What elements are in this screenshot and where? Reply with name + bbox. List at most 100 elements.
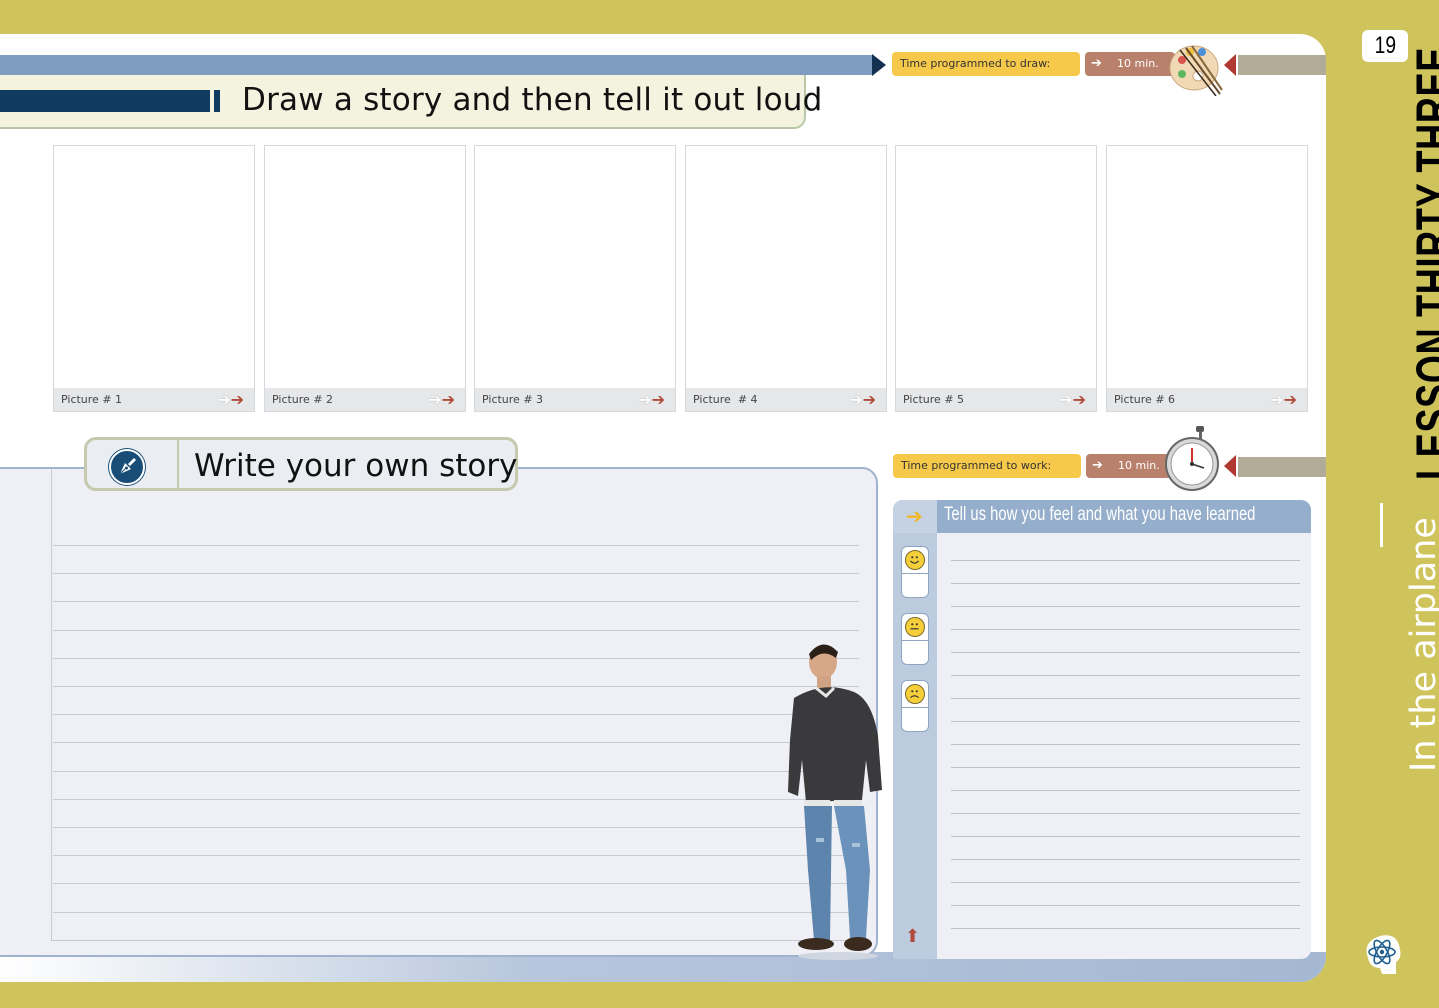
write-line (53, 545, 859, 546)
work-time-value-text: 10 min. (1118, 459, 1160, 472)
feel-line (951, 629, 1300, 630)
feel-line (951, 859, 1300, 860)
write-line (53, 912, 859, 913)
red-arrow-tip (1224, 455, 1236, 477)
feel-line (951, 928, 1300, 929)
picture-label: Picture # 2 (272, 393, 334, 406)
feel-line (951, 882, 1300, 883)
title-accent-bar-small (214, 90, 220, 112)
write-line (53, 799, 859, 800)
draw-time-label: Time programmed to draw: (892, 52, 1080, 76)
arrow-right-icon: ➔ (1091, 56, 1102, 71)
feel-panel (893, 500, 1311, 959)
lesson-subtitle: In the airplane (1404, 517, 1439, 772)
feel-line (951, 790, 1300, 791)
happy-checkbox[interactable] (901, 546, 929, 598)
write-line (53, 573, 859, 574)
next-arrows-icon: ➔➔ (217, 390, 244, 409)
happy-face-icon (905, 550, 925, 570)
write-story-area[interactable] (51, 469, 861, 941)
feel-line (951, 606, 1300, 607)
feel-line (951, 767, 1300, 768)
write-line (53, 686, 859, 687)
arrow-up-icon: ⬆ (905, 926, 921, 947)
picture-label: Picture # 4 (693, 393, 758, 406)
arrow-right-icon: ➔ (906, 504, 923, 528)
write-line (53, 742, 859, 743)
picture-caption: Picture # 6 ➔➔ (1107, 388, 1307, 411)
neutral-face-icon (905, 617, 925, 637)
picture-frame-2[interactable]: Picture # 2 ➔➔ (264, 145, 466, 412)
feel-line (951, 583, 1300, 584)
neutral-checkbox[interactable] (901, 613, 929, 665)
picture-caption: Picture # 5 ➔➔ (896, 388, 1096, 411)
brain-atom-icon (1366, 935, 1401, 974)
feel-line (951, 652, 1300, 653)
picture-caption: Picture # 2 ➔➔ (265, 388, 465, 411)
grey-bar (1238, 55, 1326, 75)
write-line (53, 883, 859, 884)
feel-line (951, 675, 1300, 676)
write-line (53, 855, 859, 856)
picture-frame-4[interactable]: Picture # 4 ➔➔ (685, 145, 887, 412)
sad-face-icon (905, 684, 925, 704)
next-arrows-icon: ➔➔ (428, 390, 455, 409)
work-time-label: Time programmed to work: (893, 454, 1081, 478)
red-arrow-tip (1224, 54, 1236, 76)
picture-caption: Picture # 4 ➔➔ (686, 388, 886, 411)
title-accent-bar (0, 90, 210, 112)
lesson-title-divider (1380, 503, 1383, 547)
top-bar-arrow (872, 54, 886, 76)
feel-line (951, 744, 1300, 745)
feel-line (951, 560, 1300, 561)
feel-line (951, 721, 1300, 722)
checkbox-divider (902, 573, 928, 574)
picture-frame-3[interactable]: Picture # 3 ➔➔ (474, 145, 676, 412)
feel-line (951, 698, 1300, 699)
picture-frame-6[interactable]: Picture # 6 ➔➔ (1106, 145, 1308, 412)
feel-line (951, 813, 1300, 814)
feel-line (951, 905, 1300, 906)
page-number-text: 19 (1374, 32, 1396, 59)
write-story-title: Write your own story (194, 448, 518, 484)
header-divider (177, 440, 179, 488)
checkbox-divider (902, 640, 928, 641)
draw-time-value: ➔ 10 min. (1085, 52, 1175, 76)
draw-time-label-text: Time programmed to draw: (900, 57, 1051, 70)
write-line (53, 658, 859, 659)
picture-label: Picture # 1 (61, 393, 123, 406)
top-blue-bar (0, 55, 872, 75)
write-line (53, 771, 859, 772)
feel-title: Tell us how you feel and what you have l… (944, 504, 1256, 525)
picture-frame-5[interactable]: Picture # 5 ➔➔ (895, 145, 1097, 412)
picture-label: Picture # 5 (903, 393, 965, 406)
arrow-right-icon: ➔ (1092, 458, 1103, 473)
next-arrows-icon: ➔➔ (1270, 390, 1297, 409)
draw-section-title: Draw a story and then tell it out loud (242, 82, 823, 118)
write-line (53, 630, 859, 631)
page-number: 19 (1362, 30, 1408, 62)
feel-line (951, 836, 1300, 837)
write-line (53, 714, 859, 715)
picture-frame-1[interactable]: Picture # 1 ➔➔ (53, 145, 255, 412)
next-arrows-icon: ➔➔ (849, 390, 876, 409)
write-line (53, 827, 859, 828)
lesson-title-text: LESSON THIRTY THREE (1406, 46, 1439, 480)
student-photo (788, 644, 882, 960)
grey-bar (1238, 457, 1326, 477)
work-time-label-text: Time programmed to work: (901, 459, 1052, 472)
lesson-title: LESSON THIRTY THREE (1405, 0, 1439, 480)
picture-label: Picture # 3 (482, 393, 544, 406)
picture-caption: Picture # 3 ➔➔ (475, 388, 675, 411)
picture-label: Picture # 6 (1114, 393, 1176, 406)
checkbox-divider (902, 707, 928, 708)
next-arrows-icon: ➔➔ (1059, 390, 1086, 409)
draw-time-value-text: 10 min. (1117, 57, 1159, 70)
picture-caption: Picture # 1 ➔➔ (54, 388, 254, 411)
write-line (53, 601, 859, 602)
sad-checkbox[interactable] (901, 680, 929, 732)
next-arrows-icon: ➔➔ (638, 390, 665, 409)
paint-palette-icon (1169, 45, 1223, 96)
stopwatch-icon (1165, 426, 1219, 491)
pen-nib-icon (109, 449, 145, 485)
